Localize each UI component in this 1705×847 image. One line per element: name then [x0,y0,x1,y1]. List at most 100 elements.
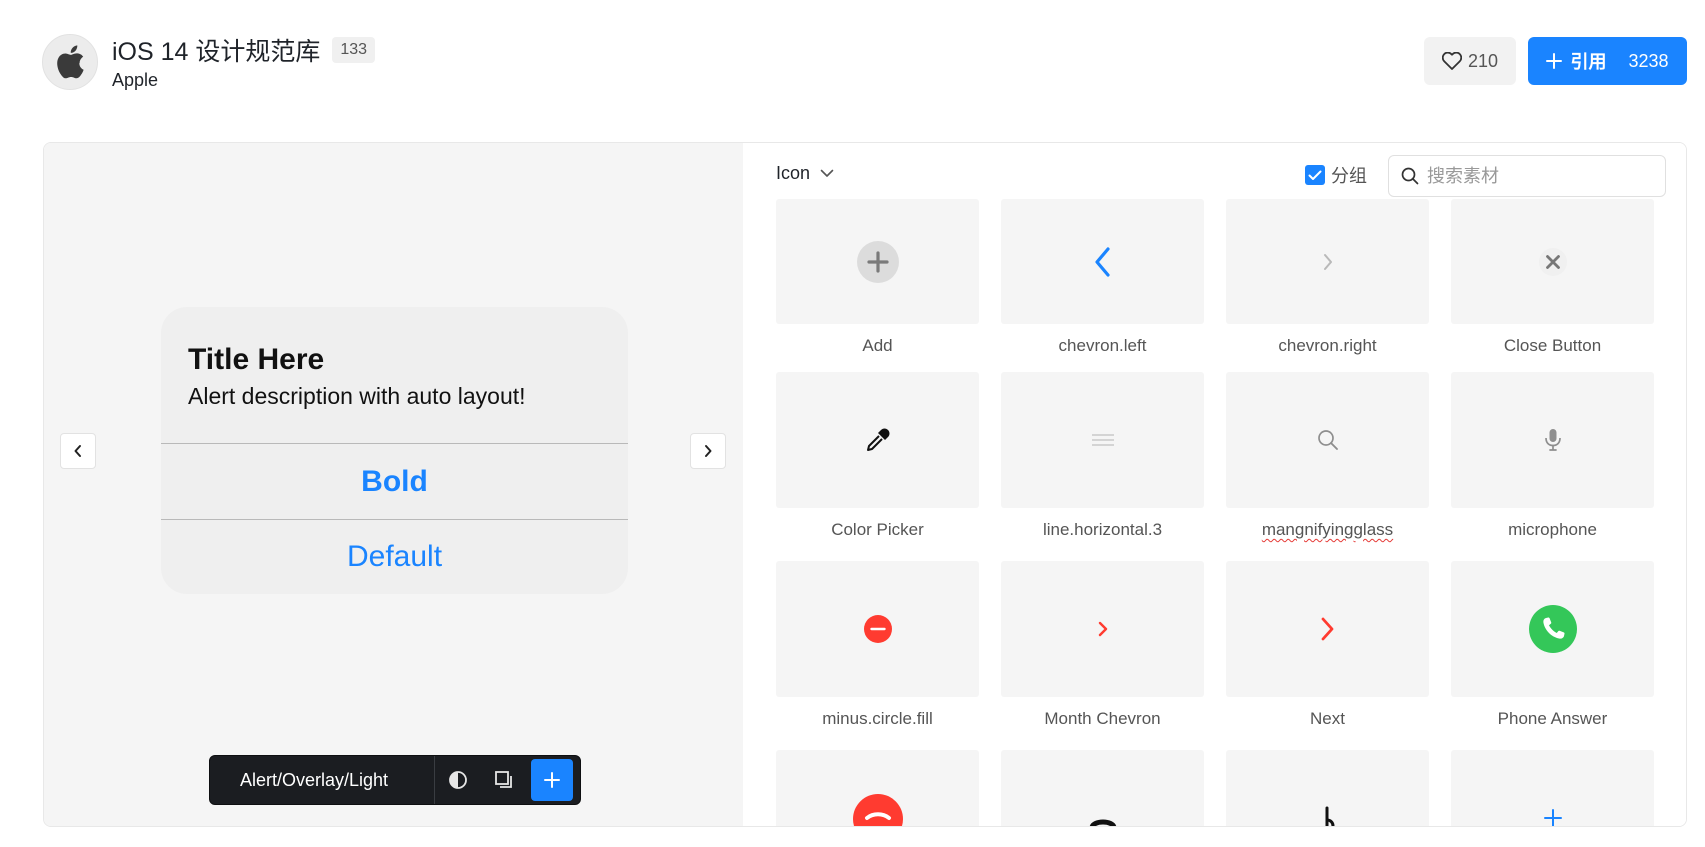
hamburger-icon [1091,434,1114,446]
close-icon [1538,247,1567,276]
icon-label: minus.circle.fill [822,709,933,728]
icon-card-minus-circle[interactable]: minus.circle.fill [776,561,979,729]
icon-label-text: mangnifyingglass [1261,520,1394,539]
quote-button[interactable]: 引用 3238 [1528,37,1687,85]
copy-button[interactable] [481,756,527,804]
month-chevron-icon [1098,621,1107,637]
copy-icon [495,771,512,788]
component-name-field[interactable]: Alert/Overlay/Light [210,756,435,804]
icon-label: Add [862,336,893,355]
icon-card-close-button[interactable]: Close Button [1451,199,1654,356]
contrast-icon [449,771,467,789]
icon-label: chevron.left [1058,336,1147,355]
icon-card-color-picker[interactable]: Color Picker [776,372,979,540]
icon-tile [776,372,979,508]
alert-bold-button: Bold [361,464,428,498]
chevron-right-icon [705,445,712,457]
icon-label: Close Button [1503,336,1602,355]
apple-icon [57,45,84,79]
icon-tile [1001,199,1204,324]
category-dropdown[interactable]: Icon [776,163,834,184]
quote-label: 引用 [1570,52,1607,72]
library-browser: Title Here Alert description with auto l… [43,142,1687,827]
icon-label: microphone [1508,520,1597,539]
theme-toggle-button[interactable] [435,756,481,804]
icon-label: chevron.right [1278,336,1377,355]
checkbox-checked-icon[interactable] [1305,165,1325,185]
chevron-left-icon [74,445,81,457]
microphone-icon [1544,429,1561,451]
library-title: iOS 14 设计规范库 [112,38,321,66]
component-toolbar: Alert/Overlay/Light [209,755,581,805]
apple-logo-avatar [42,34,98,90]
icon-card-month-chevron[interactable]: Month Chevron [1001,561,1204,729]
component-preview: Title Here Alert description with auto l… [44,143,743,826]
plus-icon [1543,809,1562,826]
icon-tile [1226,561,1429,697]
heart-icon [1441,52,1462,70]
chevron-left-icon [1094,246,1110,277]
alert-description: Alert description with auto layout! [188,383,526,409]
group-checkbox[interactable]: 分组 [1305,162,1367,188]
glyph-icon [1325,806,1334,826]
icon-tile [776,750,979,826]
icon-label: Month Chevron [1044,709,1161,728]
icon-card-partial[interactable] [776,750,979,826]
icon-card-next[interactable]: Next [1226,561,1429,729]
phone-answer-icon [1528,605,1577,653]
icon-tile [1226,199,1429,324]
icon-label: Color Picker [831,520,924,539]
alert-default-button: Default [346,540,443,573]
insert-button[interactable] [531,759,573,801]
plus-circle-icon [856,240,899,283]
asset-search [1388,155,1666,197]
icon-tile [776,561,979,697]
next-chevron-icon [1321,617,1333,641]
icon-tile [1451,372,1654,508]
icon-tile [1226,750,1429,826]
alert-title: Title Here [188,343,325,376]
icon-card-add[interactable]: Add [776,199,979,356]
asset-panel-header: Icon 分组 [743,143,1686,207]
icon-label: Next [1310,709,1345,728]
icon-tile [776,199,979,324]
like-button[interactable]: 210 [1424,37,1516,85]
quote-count: 3238 [1628,50,1669,71]
title-row: iOS 14 设计规范库 133 [112,32,376,68]
asset-panel: Icon 分组 搜索素材 Add chevron.left chevron.ri… [743,143,1686,826]
author-name[interactable]: Apple [112,70,158,91]
icon-label: mangnifyingglass [1226,520,1429,540]
icon-tile [1451,750,1654,826]
icon-card-partial[interactable] [1226,750,1429,826]
like-count: 210 [1467,50,1499,71]
plus-icon [544,772,560,788]
previous-button[interactable] [60,433,96,469]
icon-card-chevron-left[interactable]: chevron.left [1001,199,1204,356]
icon-card-partial[interactable] [1451,750,1654,826]
icon-card-partial[interactable] [1001,750,1204,826]
component-count-badge: 133 [332,37,376,63]
next-button[interactable] [690,433,726,469]
phone-decline-icon [852,794,903,826]
icon-tile [1001,750,1204,826]
category-label: Icon [776,163,811,183]
eyedropper-icon [866,428,889,451]
search-icon [1401,167,1419,185]
alert-preview: Title Here Alert description with auto l… [161,307,628,594]
chevron-down-icon [820,169,834,177]
icon-tile [1001,561,1204,697]
magnifying-glass-icon [1317,430,1338,450]
icon-tile [1001,372,1204,508]
icon-card-line-horizontal[interactable]: line.horizontal.3 [1001,372,1204,540]
search-input[interactable] [1427,165,1647,187]
icon-card-microphone[interactable]: microphone [1451,372,1654,540]
icon-card-phone-answer[interactable]: Phone Answer [1451,561,1654,729]
icon-card-magnifying-glass[interactable]: mangnifyingglass [1226,372,1429,540]
icon-tile [1451,199,1654,324]
group-label: 分组 [1331,166,1367,186]
icon-tile [1451,561,1654,697]
library-header: iOS 14 设计规范库 133 Apple 210 引用 3238 [0,0,1705,130]
icon-card-chevron-right[interactable]: chevron.right [1226,199,1429,356]
icon-label: Phone Answer [1497,709,1608,728]
minus-circle-icon [863,615,892,643]
